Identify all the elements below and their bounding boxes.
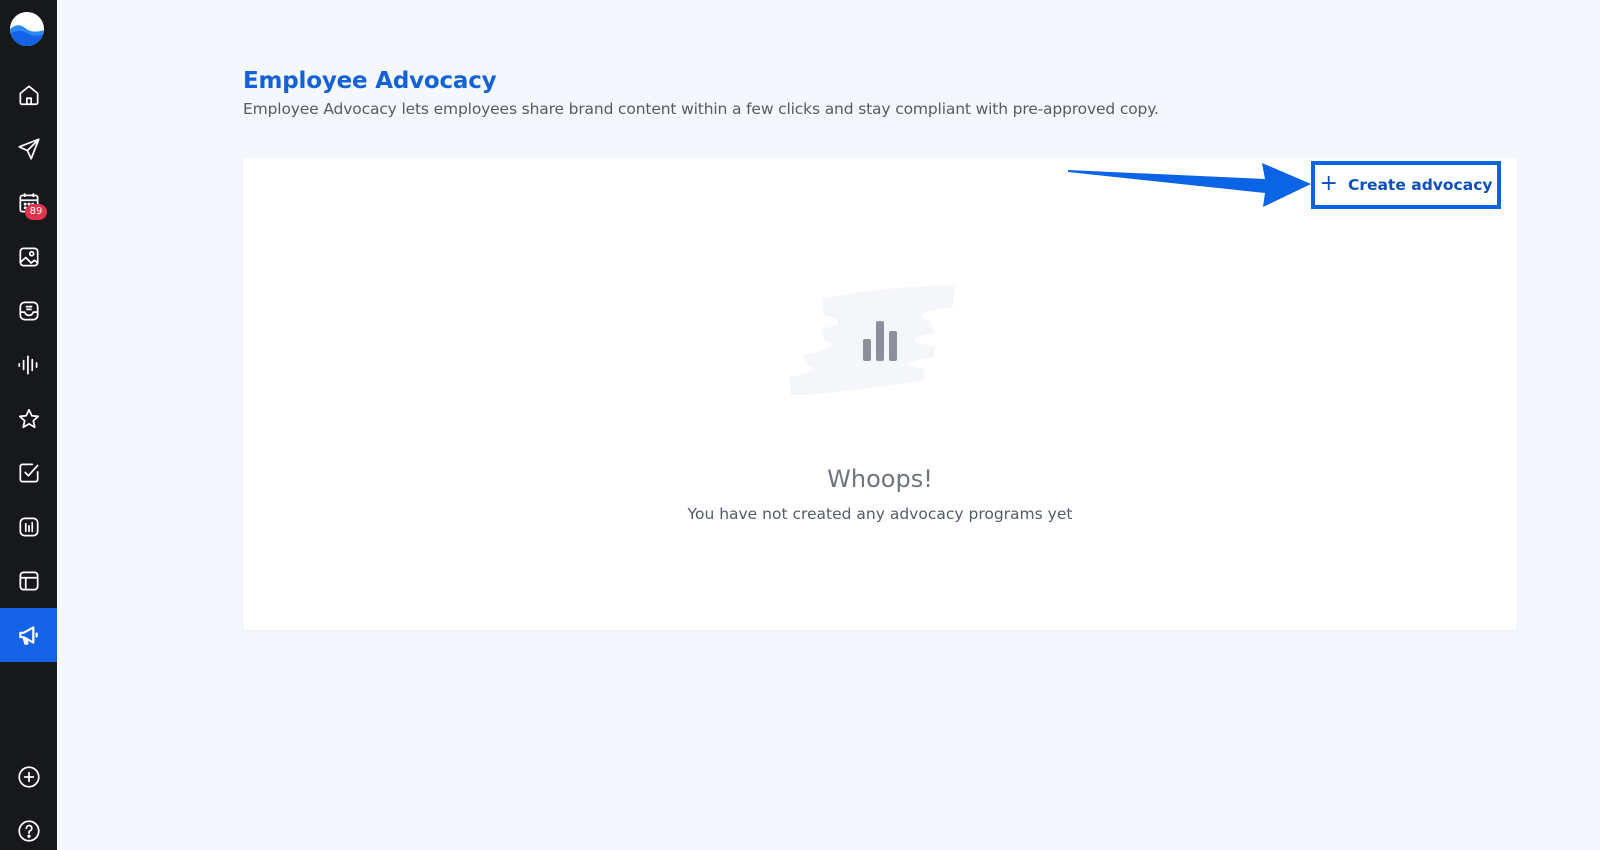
- page-title: Employee Advocacy: [243, 68, 497, 94]
- listening-icon: [17, 355, 37, 375]
- megaphone-icon: [18, 626, 38, 645]
- plus-icon: +: [1319, 171, 1338, 196]
- help-icon: [17, 820, 40, 842]
- page-subtitle: Employee Advocacy lets employees share b…: [243, 100, 1159, 118]
- media-library-icon: [18, 247, 39, 267]
- star-icon: [18, 408, 39, 429]
- empty-state-title: Whoops!: [827, 465, 933, 493]
- sidebar-item-calendar[interactable]: 89: [0, 176, 57, 230]
- sidebar-item-reviews[interactable]: [0, 392, 57, 446]
- sidebar-item-inbox[interactable]: [0, 284, 57, 338]
- app-logo[interactable]: [10, 12, 44, 46]
- analytics-icon: [18, 517, 39, 537]
- sidebar-item-media[interactable]: [0, 230, 57, 284]
- empty-chart-icon: [789, 285, 955, 395]
- home-icon: [18, 85, 39, 106]
- inbox-icon: [18, 301, 39, 321]
- add-icon: [17, 766, 40, 788]
- notification-badge: 89: [25, 204, 47, 220]
- layout-icon: [18, 571, 39, 591]
- create-advocacy-label: Create advocacy: [1347, 176, 1493, 194]
- create-advocacy-button[interactable]: + Create advocacy: [1311, 161, 1501, 209]
- tasks-icon: [18, 463, 39, 483]
- sidebar-item-tasks[interactable]: [0, 446, 57, 500]
- sidebar-item-add[interactable]: [0, 750, 57, 804]
- sidebar-item-publish[interactable]: [0, 122, 57, 176]
- sidebar: 89: [0, 0, 57, 850]
- sidebar-item-layout[interactable]: [0, 554, 57, 608]
- sidebar-item-listening[interactable]: [0, 338, 57, 392]
- annotation-arrow: [1068, 163, 1311, 207]
- sidebar-item-analytics[interactable]: [0, 500, 57, 554]
- empty-state-description: You have not created any advocacy progra…: [687, 505, 1073, 523]
- sidebar-item-advocacy[interactable]: [0, 608, 57, 662]
- sidebar-item-home[interactable]: [0, 68, 57, 122]
- send-icon: [17, 138, 40, 160]
- sidebar-item-help[interactable]: [0, 804, 57, 850]
